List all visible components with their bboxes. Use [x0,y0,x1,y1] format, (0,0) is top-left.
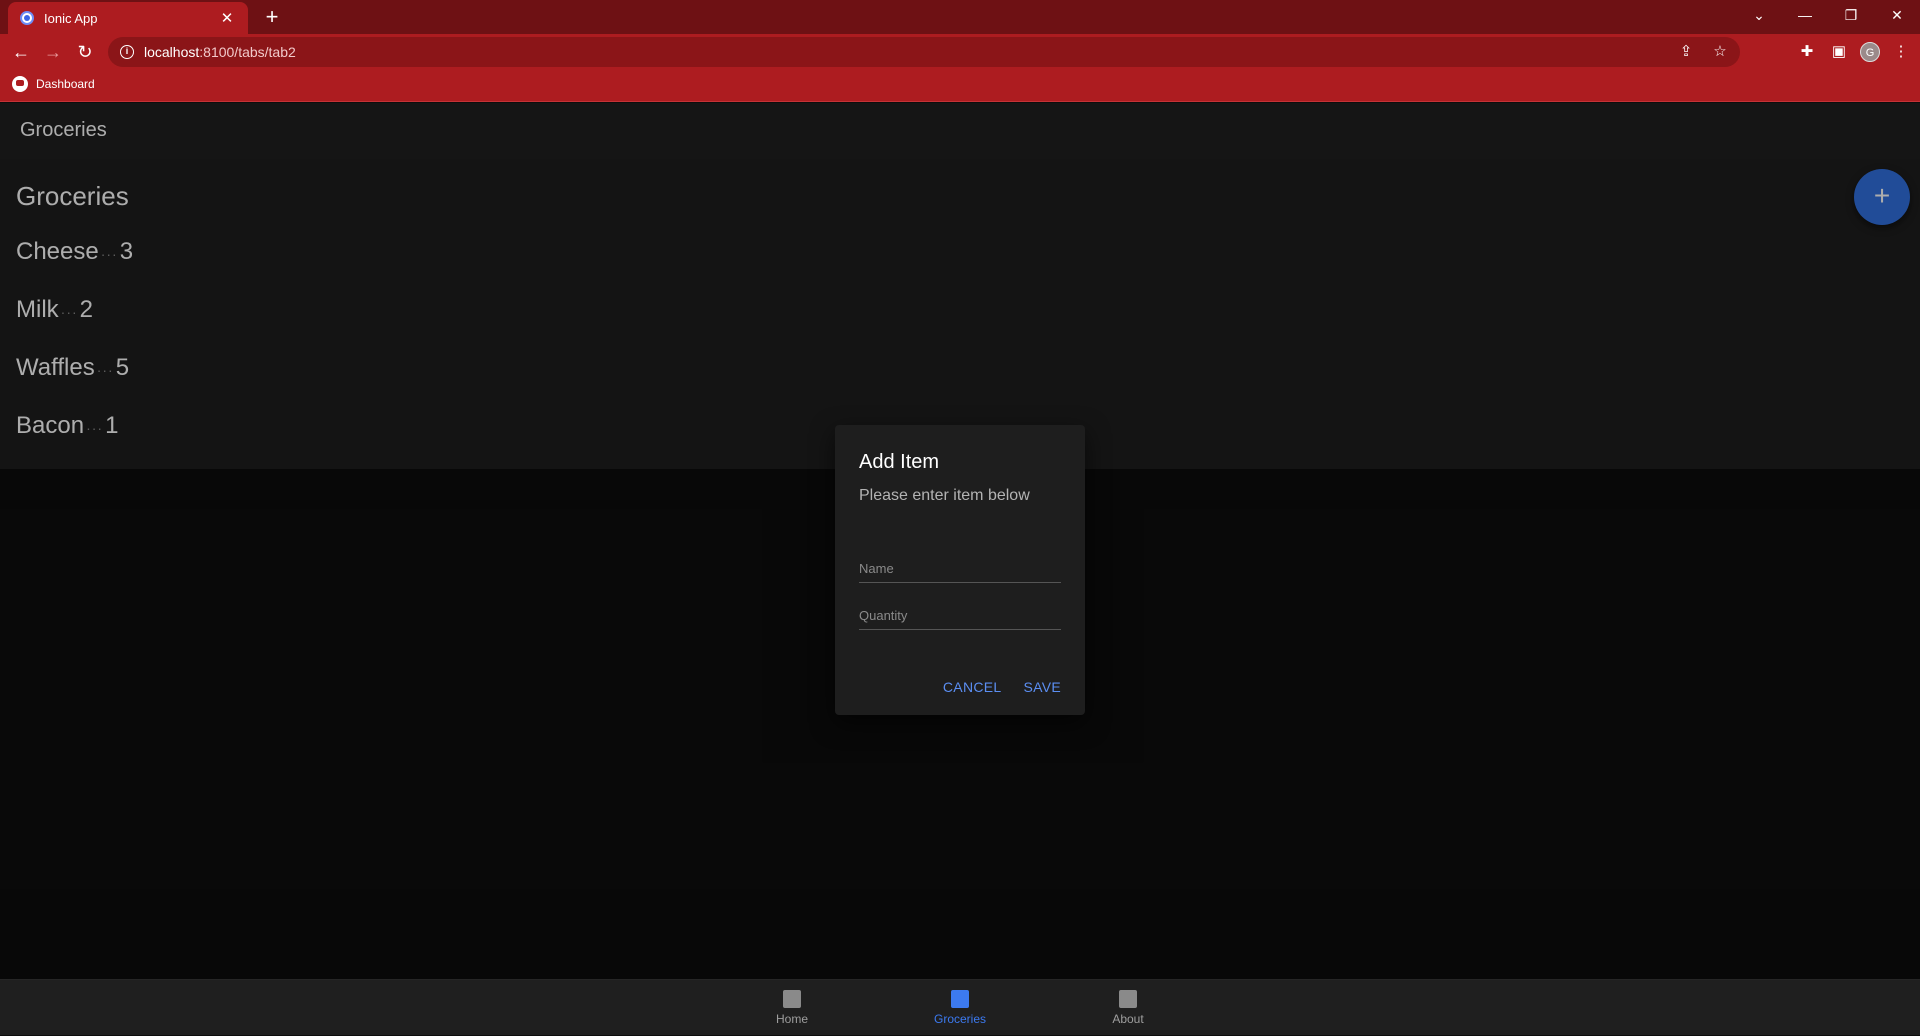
quantity-input[interactable]: Quantity [859,600,1061,630]
tab-label: Groceries [933,1012,986,1026]
dialog-title: Add Item [859,451,940,473]
reload-icon[interactable]: ↻ [72,39,98,65]
groceries-tab-icon [951,990,969,1008]
save-button[interactable]: SAVE [1023,679,1061,695]
address-bar[interactable]: i localhost:8100/tabs/tab2 ⇪ ☆ [108,37,1740,67]
cancel-button[interactable]: CANCEL [943,679,1002,695]
browser-toolbar: ← → ↻ i localhost:8100/tabs/tab2 ⇪ ☆ ✚ ▣… [0,34,1920,70]
tab-groceries[interactable]: Groceries [900,980,1020,1036]
forward-arrow-icon[interactable]: → [40,39,66,65]
minimize-button[interactable]: — [1782,0,1828,30]
restore-button[interactable]: ❐ [1828,0,1874,30]
new-tab-button[interactable]: + [258,4,286,32]
ionic-app: Groceries Groceries Cheese ···3 Milk ···2 … [0,103,1920,1035]
extensions-puzzle-icon[interactable]: ✚ [1796,39,1818,65]
share-icon[interactable]: ⇪ [1676,41,1696,63]
url-path: :8100/tabs/tab2 [199,44,296,60]
tab-home[interactable]: Home [732,980,852,1036]
browser-tab[interactable]: Ionic App ✕ [8,2,248,34]
url-host: localhost [144,44,200,60]
bottom-tab-bar: Home Groceries About [0,979,1920,1035]
window-controls: ⌄ — ❐ ✕ [1736,0,1920,30]
tab-about[interactable]: About [1068,980,1188,1036]
bookmarks-bar: Dashboard [0,70,1920,102]
tab-title: Ionic App [44,10,98,26]
bookmark-label: Dashboard [36,77,95,91]
bookmark-dashboard[interactable]: Dashboard [12,76,95,92]
add-item-dialog: Add Item Please enter item below Name Qu… [835,425,1085,715]
dashboard-icon [12,76,28,92]
browser-tab-strip: Ionic App ✕ + ⌄ — ❐ ✕ [0,0,1920,34]
browser-menu-icon[interactable]: ⋮ [1890,39,1912,65]
close-window-button[interactable]: ✕ [1874,0,1920,30]
about-tab-icon [1119,990,1137,1008]
home-tab-icon [783,990,801,1008]
bookmark-star-icon[interactable]: ☆ [1710,41,1730,63]
close-tab-icon[interactable]: ✕ [218,9,236,27]
profile-avatar[interactable]: G [1860,42,1880,62]
tab-search-icon[interactable]: ⌄ [1736,0,1782,30]
site-info-icon[interactable]: i [120,45,134,59]
back-arrow-icon[interactable]: ← [8,39,34,65]
tab-label: About [1112,1012,1144,1026]
tab-label: Home [775,1012,808,1026]
name-input[interactable]: Name [859,553,1061,583]
ionic-favicon-icon [20,11,34,25]
side-panel-icon[interactable]: ▣ [1828,39,1850,65]
dialog-message: Please enter item below [859,487,1030,504]
